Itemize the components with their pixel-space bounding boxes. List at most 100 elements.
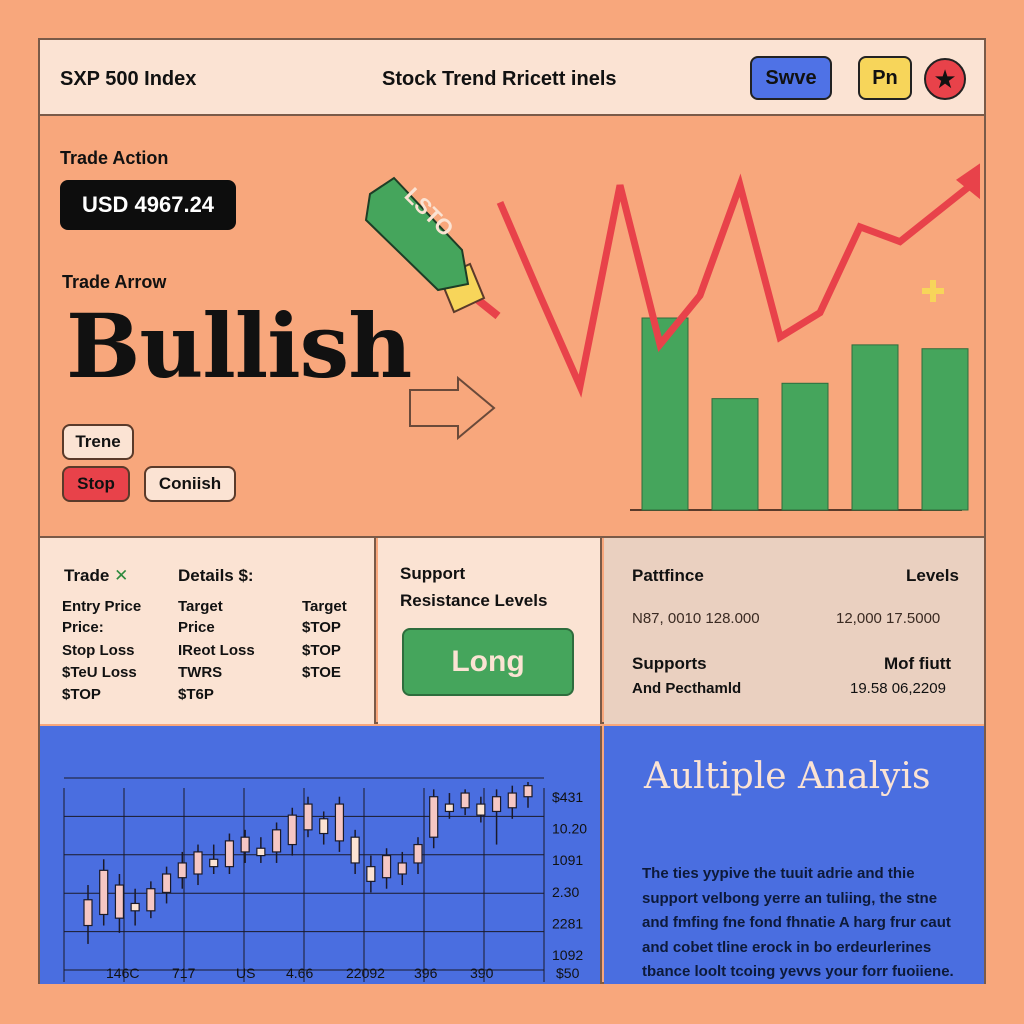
candle-body bbox=[429, 796, 439, 838]
arrow-right-icon bbox=[409, 375, 496, 441]
mof-fiutt-value: 19.58 06,2209 bbox=[850, 680, 946, 697]
detail-cell: Stop Loss bbox=[62, 642, 135, 659]
candle-body bbox=[507, 792, 517, 809]
trend-chart: LSTO bbox=[364, 163, 980, 511]
detail-cell: Target bbox=[178, 598, 223, 615]
candle-body bbox=[334, 803, 345, 842]
candle-body bbox=[303, 803, 313, 831]
candle-body bbox=[319, 818, 329, 835]
y-tick-label: 1091 bbox=[552, 852, 583, 868]
candle-body bbox=[209, 858, 219, 868]
x-tick-label: 396 bbox=[414, 965, 438, 981]
x-icon: ✕ bbox=[114, 566, 129, 585]
detail-cell: $TeU Loss bbox=[62, 664, 137, 681]
x-tick-label: 4.66 bbox=[286, 965, 313, 981]
chart-bar bbox=[921, 348, 969, 511]
window-title: Stock Trend Rricett inels bbox=[382, 68, 617, 90]
x-tick-label: 146C bbox=[106, 965, 139, 981]
x-tick-label: 390 bbox=[470, 965, 494, 981]
candle-body bbox=[114, 884, 125, 919]
levels-values: 12,000 17.5000 bbox=[836, 610, 941, 627]
candlestick-chart: $431 10.20 1091 2.30 2281 1092 146C 717 US 4.66 22… bbox=[63, 777, 587, 982]
candle-body bbox=[523, 785, 533, 798]
plus-icon bbox=[922, 280, 944, 302]
confirm-button[interactable]: Coniish bbox=[144, 466, 236, 502]
detail-cell: Price bbox=[178, 619, 215, 636]
candle-body bbox=[130, 902, 140, 912]
y-tick-label: 2.30 bbox=[552, 884, 579, 900]
trend-button[interactable]: Trene bbox=[62, 424, 134, 460]
candle-body bbox=[83, 899, 93, 927]
detail-cell: IReot Loss bbox=[178, 642, 255, 659]
trade-header-text: Trade bbox=[64, 566, 110, 585]
candle-body bbox=[146, 888, 156, 912]
candle-body bbox=[256, 847, 266, 857]
chart-bar bbox=[781, 382, 829, 511]
detail-cell: $T6P bbox=[178, 686, 214, 703]
candle-body bbox=[460, 792, 470, 809]
candle-body bbox=[476, 803, 486, 816]
title-bar: SXP 500 Index Stock Trend Rricett inels … bbox=[40, 40, 984, 116]
long-button[interactable]: Long bbox=[402, 628, 574, 696]
candle-body bbox=[381, 855, 392, 879]
y-tick-label: 1092 bbox=[552, 947, 583, 963]
trade-action-label: Trade Action bbox=[60, 148, 169, 168]
candlestick-panel: $431 10.20 1091 2.30 2281 1092 146C 717 US 4.66 22… bbox=[40, 726, 602, 984]
y-tick-label: 10.20 bbox=[552, 821, 587, 837]
info-row: Trade ✕ Details $: Entry Price Price: St… bbox=[40, 538, 984, 724]
chart-bar bbox=[851, 344, 899, 511]
candle-body bbox=[350, 836, 360, 864]
candle-body bbox=[444, 803, 455, 813]
close-icon[interactable]: ★ bbox=[924, 58, 966, 100]
candle-body bbox=[193, 851, 203, 875]
candle-body bbox=[287, 814, 297, 846]
detail-cell: Price: bbox=[62, 619, 104, 636]
app-title: SXP 500 Index bbox=[60, 68, 197, 90]
candle-body bbox=[366, 866, 376, 882]
detail-cell: $TOE bbox=[302, 664, 341, 681]
price-display: USD 4967.24 bbox=[60, 180, 236, 230]
detail-cell: TWRS bbox=[178, 664, 223, 681]
candle-body bbox=[177, 862, 187, 879]
performance-title: Pattfince bbox=[632, 566, 704, 585]
save-button[interactable]: Swve bbox=[750, 56, 832, 100]
pecthamld-label: And Pecthamld bbox=[632, 680, 742, 697]
detail-cell: $TOP bbox=[302, 619, 341, 636]
candle-body bbox=[224, 840, 235, 868]
analysis-title: Aultiple Analyis bbox=[644, 756, 931, 797]
trade-panel: Trade Action USD 4967.24 Trade Arrow Bul… bbox=[40, 118, 984, 538]
y-tick-label: 2281 bbox=[552, 915, 583, 931]
performance-panel: Pattfince Levels N87, 0010 128.000 12,00… bbox=[604, 538, 984, 724]
chart-bar bbox=[711, 398, 759, 511]
x-tick-label: $50 bbox=[556, 965, 580, 981]
support-title: Support bbox=[400, 564, 466, 583]
chart-bar bbox=[641, 317, 689, 511]
analysis-row: $431 10.20 1091 2.30 2281 1092 146C 717 US 4.66 22… bbox=[40, 726, 984, 984]
trend-line bbox=[496, 173, 980, 398]
x-tick-label: 717 bbox=[172, 965, 196, 981]
trade-details-panel: Trade ✕ Details $: Entry Price Price: St… bbox=[40, 538, 376, 724]
details-header: Details $: bbox=[178, 566, 254, 585]
candle-body bbox=[240, 836, 250, 853]
detail-cell: $TOP bbox=[62, 686, 101, 703]
stop-button[interactable]: Stop bbox=[62, 466, 130, 502]
candle-body bbox=[161, 873, 172, 893]
candle-body bbox=[397, 862, 407, 875]
detail-cell: Entry Price bbox=[62, 598, 142, 615]
trade-arrow-label: Trade Arrow bbox=[62, 272, 167, 292]
detail-cell: Target bbox=[302, 598, 347, 615]
supports-label: Supports bbox=[632, 654, 707, 673]
support-panel: Support Resistance Levels Long bbox=[378, 538, 602, 724]
candle-body bbox=[413, 843, 423, 864]
analysis-body: The ties yypive the tuuit adrie and thie… bbox=[642, 865, 954, 980]
y-tick-label: $431 bbox=[552, 789, 583, 805]
candle-body bbox=[491, 796, 502, 813]
x-tick-label: 22092 bbox=[346, 965, 385, 981]
analysis-panel: Aultiple Analyis The ties yypive the tuu… bbox=[604, 726, 984, 984]
pin-button[interactable]: Pn bbox=[858, 56, 912, 100]
candle-body bbox=[271, 829, 282, 853]
stop-tag-icon: LSTO bbox=[364, 176, 501, 320]
performance-values: N87, 0010 128.000 bbox=[632, 610, 760, 627]
candle-body bbox=[99, 869, 109, 916]
app-window: SXP 500 Index Stock Trend Rricett inels … bbox=[38, 38, 986, 984]
